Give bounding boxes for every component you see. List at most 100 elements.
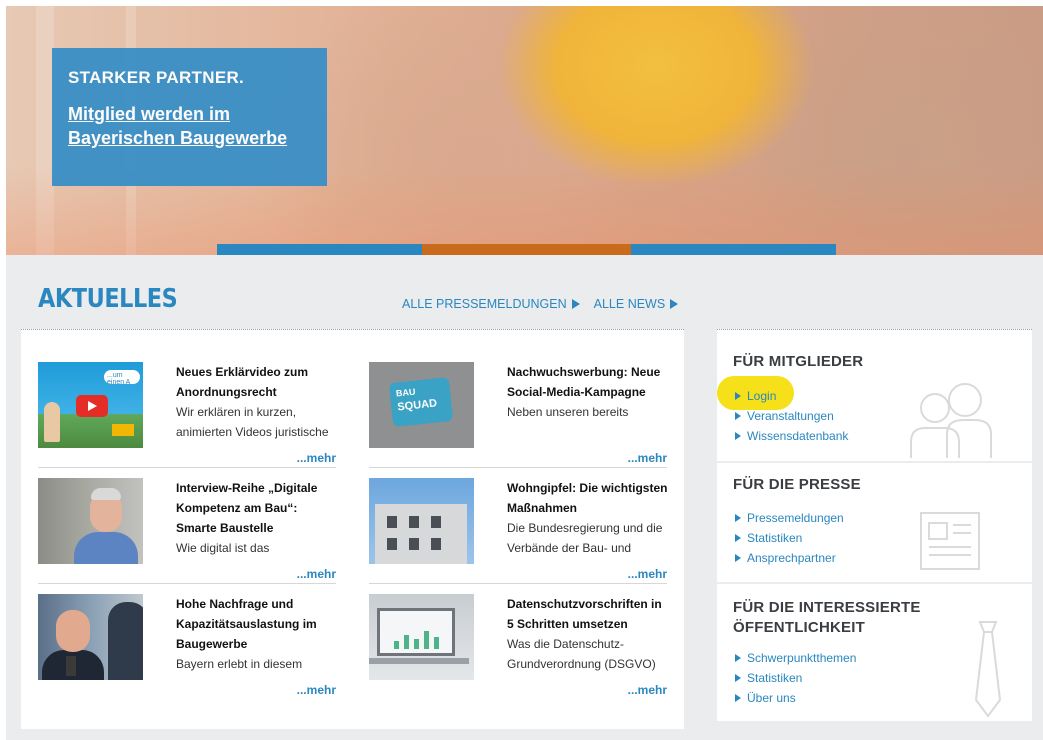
speech-bubble-text: ...um einen A — [107, 372, 131, 386]
news-headline[interactable]: Datenschutzvorschriften in 5 Schritten u… — [507, 594, 669, 634]
arrow-right-icon — [735, 432, 741, 440]
color-bar-blue — [217, 244, 422, 255]
screen-chart-bar — [424, 631, 429, 649]
news-teaser: Die Bundesregierung und die Verbände der… — [507, 521, 663, 555]
sidebar-item-label[interactable]: Login — [747, 386, 776, 406]
sidebar-item-contacts[interactable]: Ansprechpartner — [735, 548, 844, 568]
sidebar-public-title: FÜR DIE INTERESSIERTE ÖFFENTLICHKEIT — [733, 598, 921, 638]
news-item: Datenschutzvorschriften in 5 Schritten u… — [369, 594, 667, 702]
sidebar-members: FÜR MITGLIEDER Login Veranstaltungen Wis… — [717, 330, 1032, 463]
video-thumbnail[interactable]: ...um einen A — [38, 362, 143, 448]
arrow-right-icon — [670, 299, 679, 309]
news-headline[interactable]: Interview-Reihe „Digitale Kompetenz am B… — [176, 478, 338, 538]
cartoon-truck — [112, 424, 134, 436]
news-text: Neues Erklärvideo zum Anordnungsrecht Wi… — [176, 362, 338, 442]
news-headline[interactable]: Nachwuchswerbung: Neue Social-Media-Kamp… — [507, 362, 669, 402]
tie-icon — [974, 621, 1002, 718]
person-body — [74, 532, 138, 564]
arrow-right-icon — [571, 299, 580, 309]
news-divider — [369, 583, 667, 584]
building-facade — [375, 504, 467, 564]
news-teaser: Neben unseren bereits — [507, 405, 629, 419]
arrow-right-icon — [735, 514, 741, 522]
news-more-link[interactable]: ...mehr — [628, 567, 667, 581]
bau-squad-thumbnail[interactable]: BAU SQUAD — [369, 362, 474, 448]
play-icon[interactable] — [76, 395, 108, 417]
news-text: Wohngipfel: Die wichtigsten Maßnahmen Di… — [507, 478, 669, 558]
sidebar-item-label[interactable]: Statistiken — [747, 528, 802, 548]
news-teaser: Bayern erlebt in diesem — [176, 657, 303, 671]
sidebar-item-label[interactable]: Statistiken — [747, 668, 802, 688]
sidebar-item-press-releases[interactable]: Pressemeldungen — [735, 508, 844, 528]
sidebar-item-label[interactable]: Über uns — [747, 688, 796, 708]
news-more-link[interactable]: ...mehr — [297, 683, 336, 697]
news-more-link[interactable]: ...mehr — [297, 451, 336, 465]
hero-teaser-box: STARKER PARTNER. Mitglied werden im Baye… — [52, 48, 327, 186]
sidebar-public-title-line1: FÜR DIE INTERESSIERTE — [733, 599, 921, 616]
sidebar-item-label[interactable]: Pressemeldungen — [747, 508, 844, 528]
portrait-thumbnail[interactable] — [38, 478, 143, 564]
all-news-label: ALLE NEWS — [593, 297, 666, 311]
sidebar-item-statistics-public[interactable]: Statistiken — [735, 668, 856, 688]
laptop-thumbnail[interactable] — [369, 594, 474, 680]
news-teaser: Was die Datenschutz-Grundverordnung (DSG… — [507, 637, 656, 671]
screen-chart-bar — [414, 639, 419, 649]
arrow-right-icon — [735, 694, 741, 702]
hero-banner: STARKER PARTNER. Mitglied werden im Baye… — [6, 6, 1043, 255]
news-headline[interactable]: Hohe Nachfrage und Kapazitätsauslastung … — [176, 594, 338, 654]
sidebar-item-login[interactable]: Login — [735, 386, 848, 406]
news-item: Interview-Reihe „Digitale Kompetenz am B… — [38, 478, 336, 586]
people-icon — [910, 383, 992, 458]
cartoon-figure — [44, 402, 60, 442]
newspaper-icon — [920, 512, 980, 570]
interviewer-silhouette — [108, 602, 143, 680]
sidebar-item-focus-topics[interactable]: Schwerpunktthemen — [735, 648, 856, 668]
sidebar-public: FÜR DIE INTERESSIERTE ÖFFENTLICHKEIT Sch… — [717, 584, 1032, 722]
color-bar-blue — [631, 244, 836, 255]
building-thumbnail[interactable] — [369, 478, 474, 564]
become-member-link[interactable]: Mitglied werden im Bayerischen Baugewerb… — [68, 102, 311, 150]
building-window — [409, 538, 419, 550]
news-more-link[interactable]: ...mehr — [297, 567, 336, 581]
news-item: ...um einen A Neues Erklärvideo zum Anor… — [38, 362, 336, 470]
sidebar-item-label[interactable]: Schwerpunktthemen — [747, 648, 856, 668]
bau-squad-sticker: BAU SQUAD — [388, 376, 454, 428]
hero-kicker: STARKER PARTNER. — [68, 68, 245, 87]
aktuelles-links: ALLE PRESSEMELDUNGEN ALLE NEWS — [402, 297, 679, 311]
news-more-link[interactable]: ...mehr — [628, 683, 667, 697]
news-text: Nachwuchswerbung: Neue Social-Media-Kamp… — [507, 362, 669, 442]
all-press-releases-label: ALLE PRESSEMELDUNGEN — [402, 297, 567, 311]
building-window — [409, 516, 419, 528]
news-item: Wohngipfel: Die wichtigsten Maßnahmen Di… — [369, 478, 667, 586]
news-divider — [38, 467, 336, 468]
hero-color-bars — [217, 244, 836, 255]
arrow-right-icon — [735, 412, 741, 420]
arrow-right-icon — [735, 554, 741, 562]
sidebar-members-list: Login Veranstaltungen Wissensdatenbank — [735, 386, 848, 446]
all-news-link[interactable]: ALLE NEWS — [594, 297, 679, 311]
sidebar-public-title-line2: ÖFFENTLICHKEIT — [733, 619, 865, 636]
sidebar-item-label[interactable]: Wissensdatenbank — [747, 426, 848, 446]
building-window — [387, 516, 397, 528]
building-window — [387, 538, 397, 550]
sidebar-item-label[interactable]: Veranstaltungen — [747, 406, 834, 426]
sidebar-members-title: FÜR MITGLIEDER — [733, 353, 864, 370]
interview-thumbnail[interactable] — [38, 594, 143, 680]
color-bar-orange — [422, 244, 631, 255]
arrow-right-icon — [735, 654, 741, 662]
arrow-right-icon — [735, 534, 741, 542]
sidebar-item-events[interactable]: Veranstaltungen — [735, 406, 848, 426]
microphone — [66, 656, 76, 676]
sidebar-item-statistics[interactable]: Statistiken — [735, 528, 844, 548]
sidebar-panel: FÜR MITGLIEDER Login Veranstaltungen Wis… — [717, 329, 1032, 721]
sidebar-item-label[interactable]: Ansprechpartner — [747, 548, 836, 568]
sidebar-item-about-us[interactable]: Über uns — [735, 688, 856, 708]
screen-chart-bar — [434, 637, 439, 649]
sidebar-item-knowledge-base[interactable]: Wissensdatenbank — [735, 426, 848, 446]
laptop-screen — [377, 608, 455, 656]
news-text: Interview-Reihe „Digitale Kompetenz am B… — [176, 478, 338, 558]
news-headline[interactable]: Wohngipfel: Die wichtigsten Maßnahmen — [507, 478, 669, 518]
all-press-releases-link[interactable]: ALLE PRESSEMELDUNGEN — [402, 297, 580, 311]
news-more-link[interactable]: ...mehr — [628, 451, 667, 465]
news-headline[interactable]: Neues Erklärvideo zum Anordnungsrecht — [176, 362, 338, 402]
